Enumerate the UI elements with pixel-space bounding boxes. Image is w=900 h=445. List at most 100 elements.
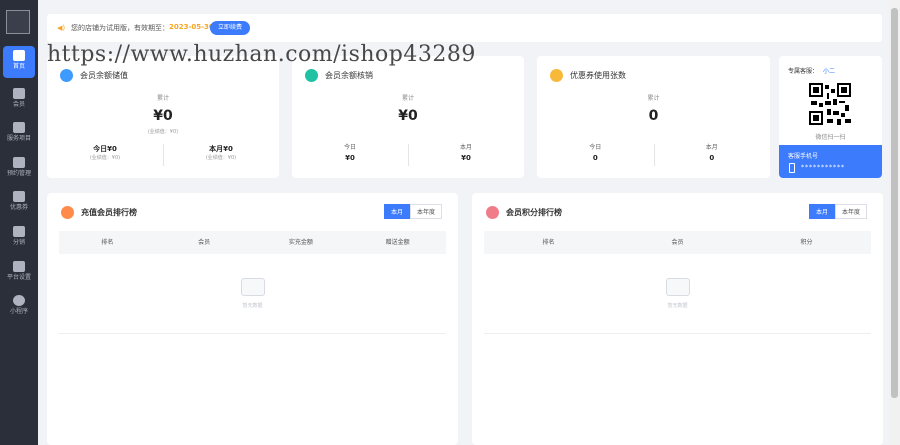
sidebar-item-label: 优惠券 — [9, 204, 28, 211]
table-header: 排名 会员 实充金额 赠送金额 — [59, 231, 446, 254]
sidebar-item-coupon[interactable]: 优惠券 — [3, 187, 35, 219]
empty-state: 暂无数据 — [59, 254, 446, 334]
stat-card-balance-writeoff: 会员余额核销 累计 ¥0 今日 ¥0 本月 ¥0 — [292, 56, 524, 178]
column-header: 赠送金额 — [385, 239, 410, 246]
empty-box-icon — [240, 278, 265, 296]
today-block: 今日 0 — [537, 142, 654, 162]
column-header: 排名 — [542, 239, 555, 246]
trial-notice-bar: ◀) 您的店铺为试用版，有效期至： 2023-05-30 立即续费 — [47, 14, 882, 42]
total-sub: (业绩值：¥0) — [147, 129, 179, 135]
member-icon — [13, 88, 25, 99]
sidebar: 首页 会员 服务项目 预约管理 优惠券 分销 平台设置 小程序 — [0, 0, 38, 445]
stat-card-coupon-usage: 优惠券使用张数 累计 0 今日 0 本月 0 — [537, 56, 770, 178]
panel-title: 会员积分排行榜 — [506, 208, 562, 217]
sidebar-item-platform[interactable]: 平台设置 — [3, 257, 35, 289]
tab-this-year[interactable]: 本年度 — [410, 204, 443, 219]
sidebar-item-label: 分销 — [12, 239, 25, 246]
column-header: 实充金额 — [288, 239, 313, 246]
calendar-icon — [13, 157, 25, 168]
scrollbar-thumb[interactable] — [891, 8, 898, 398]
sidebar-item-distribution[interactable]: 分销 — [3, 222, 35, 254]
period-tabs: 本月 本年度 — [384, 204, 443, 219]
total-value: 0 — [648, 108, 659, 124]
sidebar-item-miniprogram[interactable]: 小程序 — [3, 291, 35, 323]
empty-text: 暂无数据 — [667, 303, 688, 309]
folder-icon — [13, 122, 25, 133]
today-block: 今日¥0 (业绩值：¥0) — [47, 144, 163, 161]
expiry-date: 2023-05-30 — [169, 23, 214, 31]
table-header: 排名 会员 积分 — [484, 231, 871, 254]
column-header: 会员 — [198, 239, 211, 246]
stat-card-balance-recharge: 会员余额储值 累计 ¥0 (业绩值：¥0) 今日¥0 (业绩值：¥0) 本月¥0… — [47, 56, 279, 178]
empty-state: 暂无数据 — [484, 254, 871, 334]
sidebar-item-label: 预约管理 — [6, 170, 31, 177]
month-block: 本月 0 — [654, 142, 771, 162]
month-label: 本月 — [705, 144, 718, 151]
coupon-icon — [13, 191, 25, 202]
logo-image — [6, 10, 30, 34]
sidebar-item-home[interactable]: 首页 — [3, 46, 35, 78]
column-header: 排名 — [101, 239, 114, 246]
tab-this-month[interactable]: 本月 — [384, 204, 411, 219]
tab-this-year[interactable]: 本年度 — [835, 204, 868, 219]
empty-box-icon — [665, 278, 690, 296]
sidebar-item-label: 首页 — [12, 63, 25, 70]
month-value: 0 — [709, 154, 715, 162]
today-block: 今日 ¥0 — [292, 142, 408, 162]
month-label: 本月 — [459, 144, 472, 151]
sidebar-item-services[interactable]: 服务项目 — [3, 118, 35, 150]
phone-icon — [789, 163, 795, 173]
phone-label: 客服手机号 — [788, 153, 819, 160]
total-value: ¥0 — [398, 108, 418, 124]
speaker-icon: ◀) — [57, 24, 66, 32]
scrollbar[interactable] — [889, 0, 900, 445]
month-value: ¥0 — [461, 154, 471, 162]
today-label: 今日 — [589, 144, 602, 151]
watermark-text: https://www.huzhan.com/ishop43289 — [47, 42, 476, 67]
points-ranking-panel: 会员积分排行榜 本月 本年度 排名 会员 积分 暂无数据 — [472, 193, 883, 445]
total-value: ¥0 — [153, 108, 173, 124]
sidebar-item-booking[interactable]: 预约管理 — [3, 153, 35, 185]
renew-button[interactable]: 立即续费 — [210, 21, 250, 35]
period-tabs: 本月 本年度 — [809, 204, 868, 219]
month-block: 本月¥0 (业绩值：¥0) — [163, 144, 279, 161]
service-title: 专属客服： — [788, 68, 819, 75]
home-icon — [13, 50, 25, 61]
sidebar-item-label: 服务项目 — [6, 135, 31, 142]
sidebar-item-member[interactable]: 会员 — [3, 84, 35, 116]
column-header: 会员 — [671, 239, 684, 246]
total-label: 累计 — [156, 95, 169, 102]
qr-tip: 微信扫一扫 — [815, 134, 846, 141]
qr-code-icon — [809, 83, 851, 125]
store-icon — [13, 261, 25, 272]
month-block: 本月 ¥0 — [408, 142, 524, 162]
writeoff-icon — [305, 69, 318, 82]
column-header: 积分 — [800, 239, 813, 246]
phone-value: *********** — [801, 164, 845, 171]
service-name[interactable]: 小二 — [823, 66, 835, 75]
recharge-ranking-panel: 充值会员排行榜 本月 本年度 排名 会员 实充金额 赠送金额 暂无数据 — [47, 193, 458, 445]
service-phone-box: 客服手机号 *********** — [779, 145, 882, 178]
miniprogram-icon — [13, 295, 25, 306]
today-label: 今日 — [343, 144, 356, 151]
today-label: 今日¥0 — [93, 145, 117, 153]
card-title: 优惠券使用张数 — [570, 71, 626, 80]
card-title: 会员余额核销 — [325, 71, 373, 80]
empty-text: 暂无数据 — [242, 303, 263, 309]
month-label: 本月¥0 — [209, 145, 233, 153]
coupon-icon — [550, 69, 563, 82]
today-value: 0 — [592, 154, 598, 162]
headset-icon — [13, 226, 25, 237]
sidebar-item-label: 平台设置 — [6, 274, 31, 281]
panel-title: 充值会员排行榜 — [81, 208, 137, 217]
card-title: 会员余额储值 — [80, 71, 128, 80]
ranking-icon — [486, 206, 499, 219]
wallet-icon — [60, 69, 73, 82]
total-label: 累计 — [647, 95, 660, 102]
ranking-icon — [61, 206, 74, 219]
sidebar-item-label: 会员 — [12, 101, 25, 108]
total-label: 累计 — [401, 95, 414, 102]
customer-service-card: 专属客服： 小二 微信扫一扫 客服手机号 *********** — [779, 56, 882, 178]
today-value: ¥0 — [345, 154, 355, 162]
tab-this-month[interactable]: 本月 — [809, 204, 836, 219]
